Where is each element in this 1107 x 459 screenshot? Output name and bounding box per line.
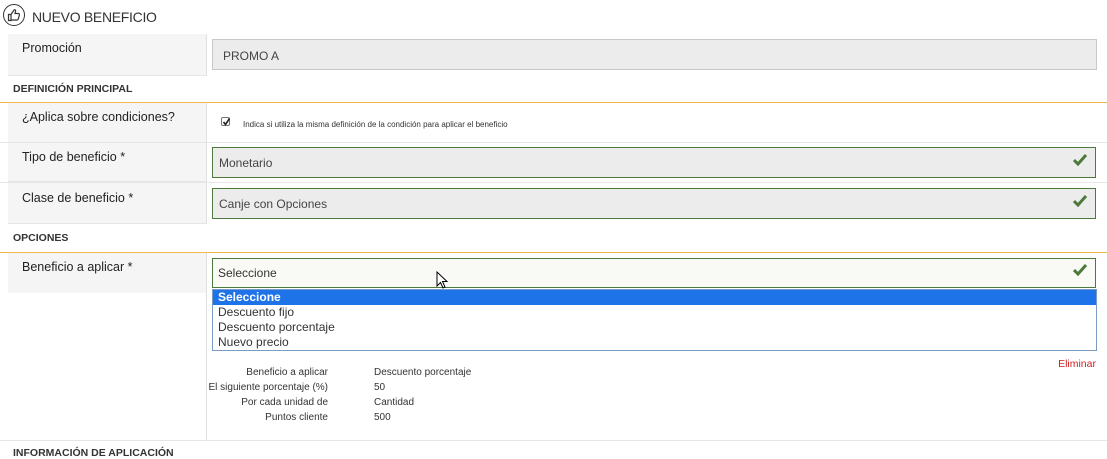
benefit-type-select[interactable]: Monetario	[212, 147, 1096, 178]
section-title-options: OPCIONES	[13, 232, 69, 244]
dropdown-option[interactable]: Nuevo precio	[213, 335, 1096, 350]
checkmark-icon	[1072, 154, 1088, 169]
mouse-cursor-icon	[436, 270, 449, 292]
summary-label: Puntos cliente	[265, 412, 328, 423]
delete-link[interactable]: Eliminar	[1058, 358, 1096, 370]
page-header: NUEVO BENEFICIO	[0, 0, 1107, 33]
section-title-application: INFORMACIÓN DE APLICACIÓN	[13, 447, 174, 459]
benefit-apply-dropdown: Seleccione Descuento fijo Descuento porc…	[212, 289, 1097, 351]
promotion-label: Promoción	[22, 41, 82, 55]
thumbs-up-icon	[3, 4, 25, 26]
summary-value: Cantidad	[374, 397, 415, 408]
summary-value: Descuento porcentaje	[374, 367, 472, 378]
summary-label: Por cada unidad de	[241, 397, 328, 408]
summary-value: 500	[374, 412, 391, 423]
section-title-main: DEFINICIÓN PRINCIPAL	[13, 83, 133, 95]
summary-label: El siguiente porcentaje (%)	[208, 382, 328, 393]
benefit-type-value: Monetario	[219, 156, 273, 170]
benefit-apply-value: Seleccione	[218, 266, 277, 280]
applies-conditions-checkbox[interactable]	[221, 117, 231, 126]
benefit-class-value: Canje con Opciones	[219, 197, 328, 211]
benefit-apply-select[interactable]: Seleccione	[212, 258, 1096, 288]
applies-conditions-help: Indica si utiliza la misma definición de…	[243, 120, 508, 129]
applies-conditions-label: ¿Aplica sobre condiciones?	[22, 110, 175, 124]
promotion-value: PROMO A	[223, 49, 280, 63]
column-divider	[206, 293, 207, 440]
benefit-type-label: Tipo de beneficio *	[22, 150, 126, 164]
checkmark-icon	[1072, 264, 1088, 279]
benefit-class-label: Clase de beneficio *	[22, 191, 134, 205]
promotion-field: PROMO A	[212, 39, 1097, 70]
dropdown-option[interactable]: Seleccione	[213, 290, 1096, 305]
checkmark-icon	[1072, 195, 1088, 210]
benefit-class-select[interactable]: Canje con Opciones	[212, 188, 1096, 219]
dropdown-option[interactable]: Descuento porcentaje	[213, 320, 1096, 335]
summary-value: 50	[374, 382, 386, 393]
page-title: NUEVO BENEFICIO	[32, 9, 157, 25]
row-divider	[0, 440, 1107, 441]
summary-label: Beneficio a aplicar	[246, 367, 328, 378]
benefit-apply-label: Beneficio a aplicar *	[22, 260, 133, 274]
dropdown-option[interactable]: Descuento fijo	[213, 305, 1096, 320]
